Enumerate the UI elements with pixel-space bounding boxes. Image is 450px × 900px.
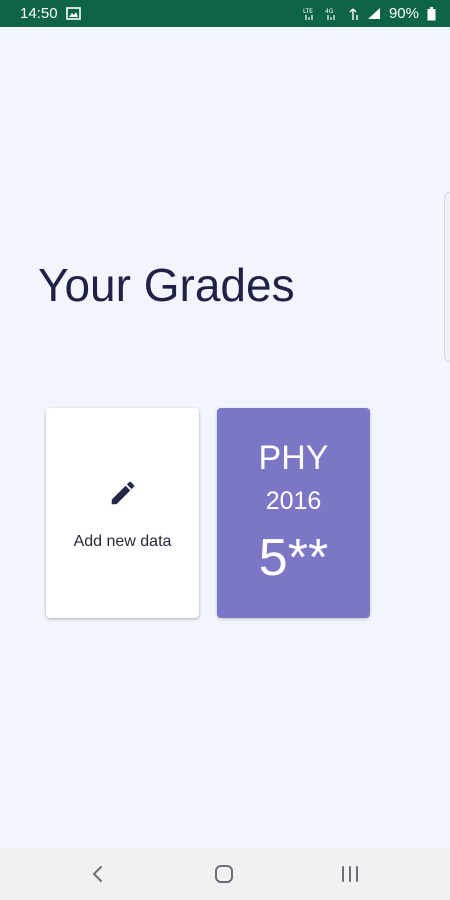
svg-text:LTE: LTE [303,8,313,15]
battery-percent: 90% [388,5,419,22]
wifi-icon [347,7,359,21]
grade-subject: PHY [258,439,329,477]
page-title: Your Grades [38,259,295,311]
battery-icon [427,6,436,21]
add-new-data-label: Add new data [73,533,172,550]
grade-value: 5** [258,529,329,587]
status-left: 14:50 [20,5,81,22]
grade-year: 2016 [265,487,322,515]
status-time: 14:50 [20,5,58,22]
image-icon [65,7,81,20]
add-new-data-card[interactable] [46,408,199,618]
pencil-icon [108,478,138,508]
svg-text:4G: 4G [325,8,334,15]
edge-panel-handle[interactable] [444,192,450,362]
lte-icon: LTE [303,7,317,21]
status-bar: 14:50 LTE 4G 90% [0,0,450,27]
navigation-bar [0,848,450,900]
app-screen: 14:50 LTE 4G 90% Your Grades Add new dat… [0,0,450,900]
recents-icon[interactable] [338,862,362,886]
signal-icon [367,7,381,20]
status-right: LTE 4G 90% [303,5,436,22]
lte-icon: 4G [325,7,339,21]
home-icon[interactable] [212,862,236,886]
back-icon[interactable] [86,862,110,886]
